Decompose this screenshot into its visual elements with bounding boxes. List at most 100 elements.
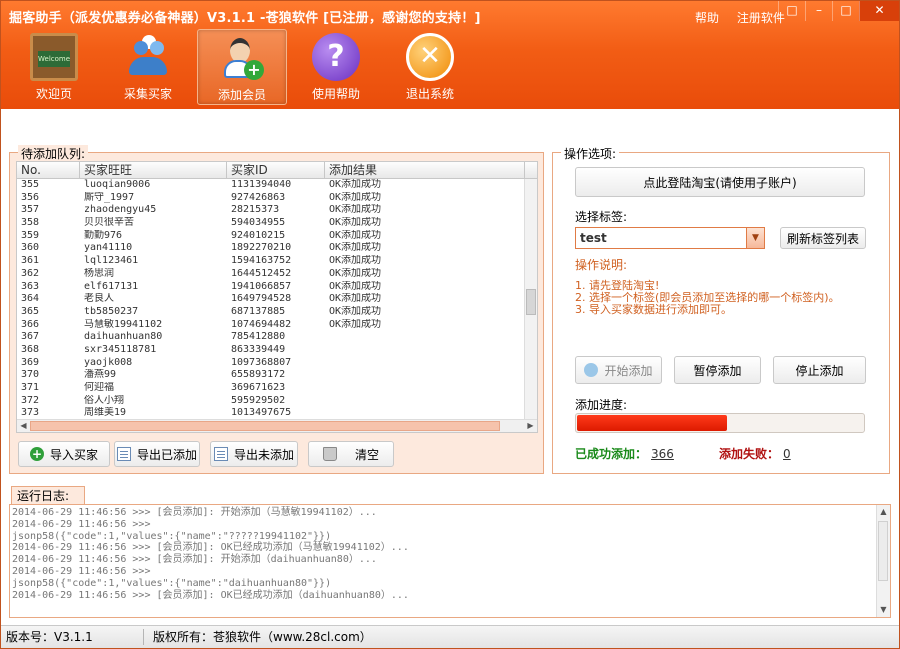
success-count[interactable]: 366 — [651, 447, 674, 461]
import-buyers-button[interactable]: + 导入买家 — [18, 441, 110, 467]
queue-hscroll-thumb[interactable] — [30, 421, 500, 431]
table-cell: 655893172 — [231, 369, 286, 381]
queue-hscrollbar[interactable]: ◀ ▶ — [17, 419, 537, 432]
pause-add-button[interactable]: 暂停添加 — [674, 356, 761, 384]
log-line: 2014-06-29 11:46:56 >>> [会员添加]: OK已经成功添加… — [12, 589, 409, 601]
exit-icon: ✕ — [406, 33, 454, 81]
scroll-left-icon[interactable]: ◀ — [17, 420, 30, 432]
table-row[interactable]: 359 勤勤976 924010215 OK添加成功 — [17, 230, 537, 243]
table-cell — [325, 382, 525, 395]
queue-list[interactable]: No. 买家旺旺 买家ID 添加结果 355 luoqian9006 1131394… — [16, 161, 538, 433]
table-cell: 马慧敏19941102 — [84, 318, 163, 330]
col-no[interactable]: No. — [17, 162, 80, 178]
table-cell: 厮守_1997 — [84, 191, 135, 203]
col-buyer-id[interactable]: 买家ID — [227, 162, 325, 178]
log-scrollbar[interactable]: ▲ ▼ — [876, 505, 890, 617]
table-cell: 1941066857 — [231, 280, 292, 292]
table-cell: 356 — [21, 191, 40, 203]
refresh-tags-button[interactable]: 刷新标签列表 — [780, 227, 866, 249]
table-cell: 28215373 — [231, 204, 280, 216]
scroll-down-icon[interactable]: ▼ — [877, 603, 890, 617]
table-row[interactable]: 367 daihuanhuan80 785412880 — [17, 331, 537, 344]
table-row[interactable]: 356 厮守_1997 927426863 OK添加成功 — [17, 192, 537, 205]
table-row[interactable]: 372 俗人小翔 595929502 — [17, 395, 537, 408]
table-cell: 863339449 — [231, 343, 286, 355]
table-cell: 1594163752 — [231, 255, 292, 267]
table-row[interactable]: 368 sxr345118781 863339449 — [17, 344, 537, 357]
table-cell: 372 — [21, 394, 40, 406]
table-cell: 361 — [21, 255, 40, 267]
queue-vscroll-thumb[interactable] — [526, 289, 536, 315]
table-cell: OK添加成功 — [329, 229, 382, 241]
log-tab[interactable]: 运行日志: — [11, 486, 85, 506]
table-row[interactable]: 355 luoqian9006 1131394040 OK添加成功 — [17, 179, 537, 192]
table-cell: 1649794528 — [231, 293, 292, 305]
close-button[interactable]: ✕ — [859, 1, 899, 21]
table-cell: 370 — [21, 369, 40, 381]
col-buyer-wangwang[interactable]: 买家旺旺 — [80, 162, 227, 178]
table-row[interactable]: 366 马慧敏19941102 1074694482 OK添加成功 — [17, 319, 537, 332]
stop-add-button[interactable]: 停止添加 — [773, 356, 866, 384]
progress-fill — [577, 415, 727, 431]
table-cell: OK添加成功 — [329, 267, 382, 279]
table-cell: luoqian9006 — [84, 179, 151, 190]
table-row[interactable]: 363 elf617131 1941066857 OK添加成功 — [17, 281, 537, 294]
table-row[interactable]: 357 zhaodengyu45 28215373 OK添加成功 — [17, 204, 537, 217]
help-link[interactable]: 帮助 — [695, 11, 719, 25]
table-cell: 363 — [21, 280, 40, 292]
table-cell: 1097368807 — [231, 356, 292, 368]
minimize-button[interactable]: – — [805, 1, 832, 21]
import-buyers-label: 导入买家 — [49, 447, 98, 462]
clear-button[interactable]: 清空 — [308, 441, 394, 467]
table-cell: 1131394040 — [231, 179, 292, 190]
log-scroll-thumb[interactable] — [878, 521, 888, 581]
login-taobao-button[interactable]: 点此登陆淘宝(请使用子账户) — [575, 167, 865, 197]
table-row[interactable]: 362 杨思润 1644512452 OK添加成功 — [17, 268, 537, 281]
tool-welcome[interactable]: 欢迎页 — [9, 29, 99, 105]
table-row[interactable]: 360 yan41110 1892270210 OK添加成功 — [17, 242, 537, 255]
table-cell: yan41110 — [84, 242, 133, 254]
main-toolbar: 欢迎页 采集买家 添加会员 ? 使用帮助 ✕ 退出系统 — [1, 29, 475, 109]
table-cell: 1644512452 — [231, 267, 292, 279]
export-pending-button[interactable]: 导出未添加 — [210, 441, 298, 467]
tool-help[interactable]: ? 使用帮助 — [291, 29, 381, 105]
maximize-button[interactable]: □ — [832, 1, 859, 21]
table-cell: 360 — [21, 242, 40, 254]
table-row[interactable]: 358 贝贝很辛苦 594034955 OK添加成功 — [17, 217, 537, 230]
chevron-down-icon[interactable]: ▼ — [746, 228, 764, 248]
table-cell: 359 — [21, 229, 40, 241]
table-row[interactable]: 361 lql123461 1594163752 OK添加成功 — [17, 255, 537, 268]
queue-vscrollbar[interactable] — [524, 179, 537, 419]
export-added-button[interactable]: 导出已添加 — [114, 441, 200, 467]
table-cell: 贝贝很辛苦 — [84, 217, 134, 229]
col-result[interactable]: 添加结果 — [325, 162, 525, 178]
export-added-label: 导出已添加 — [136, 447, 197, 462]
log-box[interactable]: 2014-06-29 11:46:56 >>> [会员添加]: 开始添加（马慧敏… — [9, 504, 891, 618]
document-icon — [116, 447, 131, 461]
tag-select[interactable]: test ▼ — [575, 227, 765, 249]
fail-count[interactable]: 0 — [783, 447, 791, 461]
table-cell — [325, 357, 525, 370]
skin-button[interactable]: □ — [778, 1, 805, 21]
window-controls: □ – □ ✕ — [778, 1, 899, 21]
clear-label: 清空 — [354, 447, 379, 462]
tool-exit[interactable]: ✕ 退出系统 — [385, 29, 475, 105]
instruction-3: 3. 导入买家数据进行添加即可。 — [575, 303, 732, 316]
table-cell: zhaodengyu45 — [84, 204, 157, 216]
table-row[interactable]: 364 老良人 1649794528 OK添加成功 — [17, 293, 537, 306]
table-row[interactable]: 371 何迎福 369671623 — [17, 382, 537, 395]
table-cell: 1892270210 — [231, 242, 292, 254]
table-row[interactable]: 369 yaojk008 1097368807 — [17, 357, 537, 370]
options-panel: 操作选项: 点此登陆淘宝(请使用子账户) 选择标签: test ▼ 刷新标签列表… — [552, 145, 890, 474]
table-cell: tb5850237 — [84, 305, 139, 317]
table-row[interactable]: 370 潘燕99 655893172 — [17, 369, 537, 382]
scroll-right-icon[interactable]: ▶ — [524, 420, 537, 432]
start-add-button[interactable]: 开始添加 — [575, 356, 662, 384]
table-row[interactable]: 365 tb5850237 687137885 OK添加成功 — [17, 306, 537, 319]
tool-collect-buyers[interactable]: 采集买家 — [103, 29, 193, 105]
tool-add-member[interactable]: 添加会员 — [197, 29, 287, 105]
help-icon: ? — [312, 33, 360, 81]
table-cell: 369 — [21, 356, 40, 368]
scroll-up-icon[interactable]: ▲ — [877, 505, 890, 519]
collect-buyers-icon — [124, 33, 172, 81]
